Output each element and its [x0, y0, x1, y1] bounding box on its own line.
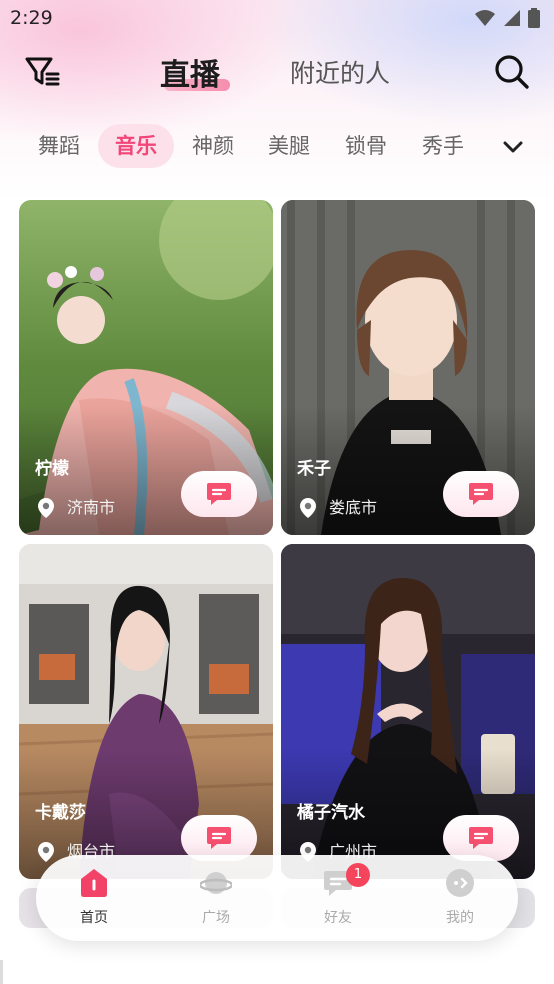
filter-icon — [25, 57, 60, 86]
category-music[interactable]: 音乐 — [98, 124, 174, 168]
nav-profile[interactable]: 我的 — [420, 867, 500, 933]
filter-button[interactable] — [22, 52, 62, 92]
streamer-card[interactable]: 禾子 娄底市 — [281, 200, 535, 535]
category-legs[interactable]: 美腿 — [256, 124, 322, 168]
streamer-location: 娄底市 — [329, 498, 378, 517]
top-header: 直播 附近的人 — [0, 46, 554, 96]
wifi-icon — [475, 10, 495, 26]
streamer-card[interactable]: 柠檬 济南市 — [19, 200, 273, 535]
message-icon — [469, 827, 493, 849]
chevron-down-icon — [503, 141, 523, 153]
nav-square[interactable]: 广场 — [176, 867, 256, 933]
category-tabs: 舞蹈 音乐 神颜 美腿 锁骨 秀手 — [0, 124, 554, 170]
streamer-location: 济南市 — [67, 498, 116, 517]
nav-home[interactable]: 首页 — [54, 867, 134, 933]
message-icon — [207, 483, 231, 505]
system-edge-indicator — [0, 960, 3, 984]
streamer-name: 柠檬 — [35, 459, 69, 479]
category-collarbone[interactable]: 锁骨 — [333, 124, 399, 168]
streamer-card[interactable]: 橘子汽水 广州市 — [281, 544, 535, 879]
streamer-card[interactable]: 卡戴莎 烟台市 — [19, 544, 273, 879]
location-pin-icon — [300, 498, 316, 518]
planet-icon — [200, 872, 232, 894]
profile-icon — [446, 869, 474, 897]
tab-nearby[interactable]: 附近的人 — [290, 54, 390, 90]
nav-label: 广场 — [202, 910, 230, 926]
streamer-name: 橘子汽水 — [297, 803, 365, 823]
location-pin-icon — [38, 498, 54, 518]
message-button[interactable] — [443, 471, 519, 517]
message-icon — [207, 827, 231, 849]
location-pin-icon — [38, 842, 54, 862]
cellular-signal-icon — [504, 10, 520, 26]
battery-icon — [528, 8, 540, 28]
tab-live[interactable]: 直播 — [160, 50, 220, 94]
message-icon — [469, 483, 493, 505]
unread-badge: 1 — [346, 863, 370, 887]
status-bar: 2:29 — [0, 0, 554, 36]
nav-label: 好友 — [324, 910, 352, 926]
streamer-name: 卡戴莎 — [35, 803, 86, 823]
status-time: 2:29 — [10, 7, 53, 29]
message-button[interactable] — [181, 471, 257, 517]
expand-categories-button[interactable] — [500, 134, 526, 160]
home-icon — [81, 869, 107, 897]
category-dance[interactable]: 舞蹈 — [26, 124, 92, 168]
nav-friends[interactable]: 1 好友 — [298, 863, 378, 933]
nav-label: 首页 — [80, 910, 108, 926]
bottom-navigation: 首页 广场 1 好友 我的 — [36, 855, 518, 941]
category-beauty[interactable]: 神颜 — [180, 124, 246, 168]
search-button[interactable] — [492, 52, 532, 92]
status-icons — [474, 8, 540, 28]
category-hands[interactable]: 秀手 — [410, 124, 476, 168]
streamer-name: 禾子 — [297, 459, 331, 479]
search-icon — [495, 55, 529, 89]
nav-label: 我的 — [446, 910, 474, 926]
